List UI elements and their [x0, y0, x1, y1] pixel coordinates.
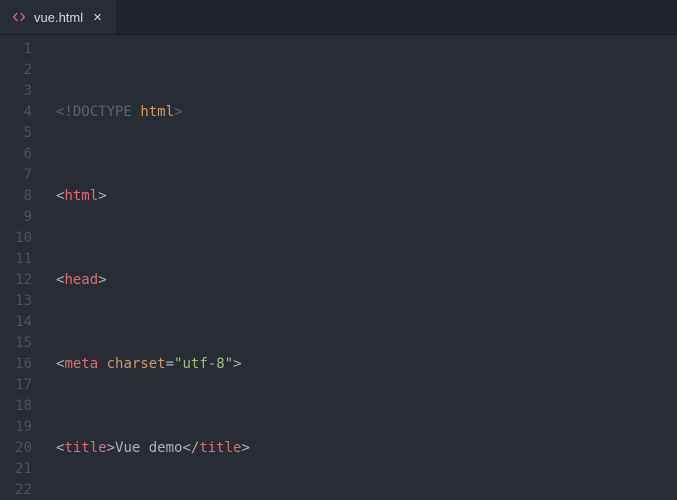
line-number: 19: [0, 417, 44, 438]
line-number: 4: [0, 102, 44, 123]
line-number: 6: [0, 144, 44, 165]
tab-bar: vue.html ×: [0, 0, 677, 35]
line-number: 13: [0, 291, 44, 312]
code-area[interactable]: <!DOCTYPE html> <html> <head> <meta char…: [44, 35, 655, 500]
line-number: 9: [0, 207, 44, 228]
code-line: <meta charset="utf-8">: [56, 354, 655, 375]
code-line: <!DOCTYPE html>: [56, 102, 655, 123]
line-number: 7: [0, 165, 44, 186]
line-number: 3: [0, 81, 44, 102]
line-number: 21: [0, 459, 44, 480]
code-line: <head>: [56, 270, 655, 291]
close-icon[interactable]: ×: [91, 10, 104, 25]
code-file-icon: [12, 10, 26, 24]
line-number: 8: [0, 186, 44, 207]
line-number: 20: [0, 438, 44, 459]
code-line: <html>: [56, 186, 655, 207]
line-number: 2: [0, 60, 44, 81]
code-line: <title>Vue demo</title>: [56, 438, 655, 459]
line-number: 12: [0, 270, 44, 291]
line-number: 5: [0, 123, 44, 144]
line-number: 16: [0, 354, 44, 375]
tab-vue-html[interactable]: vue.html ×: [0, 0, 116, 34]
line-number-gutter: 12345678910111213141516171819202122: [0, 35, 44, 500]
editor[interactable]: 12345678910111213141516171819202122 <!DO…: [0, 35, 677, 500]
line-number: 18: [0, 396, 44, 417]
line-number: 1: [0, 39, 44, 60]
line-number: 11: [0, 249, 44, 270]
line-number: 22: [0, 480, 44, 500]
line-number: 17: [0, 375, 44, 396]
line-number: 15: [0, 333, 44, 354]
tab-filename: vue.html: [34, 7, 83, 28]
line-number: 14: [0, 312, 44, 333]
line-number: 10: [0, 228, 44, 249]
